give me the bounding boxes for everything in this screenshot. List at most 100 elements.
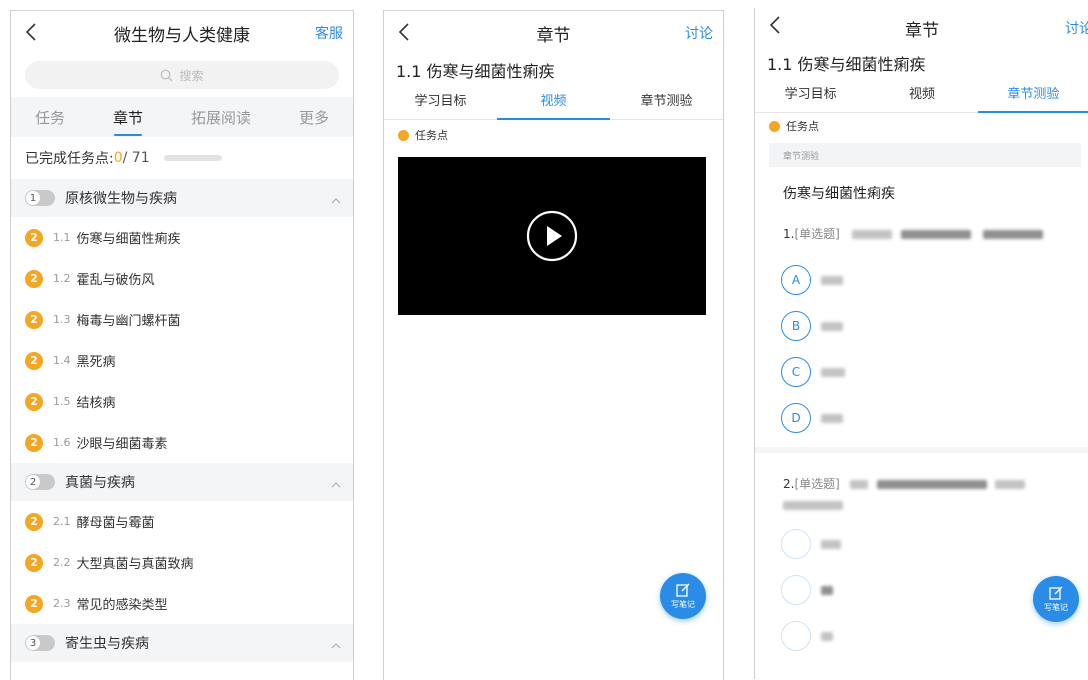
chapter-number-pill: 2 — [25, 474, 55, 490]
redacted-text — [821, 539, 841, 549]
section-item[interactable]: 2 1.6 沙眼与细菌毒素 — [11, 422, 353, 463]
tab-learning-goals[interactable]: 学习目标 — [384, 85, 497, 119]
course-tabs: 任务 章节 拓展阅读 更多 — [11, 97, 353, 137]
section-title: 黑死病 — [76, 355, 116, 370]
section-number: 2.2 — [53, 556, 71, 569]
search-input[interactable]: 搜索 — [25, 61, 339, 89]
chapter-list: 1 原核微生物与疾病 2 1.1 伤寒与细菌性痢疾 2 1.2 霍乱与破伤风 2 1.3 梅毒与幽门… — [11, 179, 353, 662]
option-c[interactable]: C — [755, 349, 1088, 395]
tab-more[interactable]: 更多 — [295, 99, 333, 136]
option-c-circle[interactable] — [781, 621, 811, 651]
video-panel: 章节 讨论 1.1 伤寒与细菌性痢疾 学习目标 视频 章节测验 任务点 写笔记 — [383, 10, 724, 680]
tab-tasks[interactable]: 任务 — [31, 99, 69, 136]
progress-bar — [163, 155, 222, 161]
search-placeholder: 搜索 — [179, 68, 204, 83]
tab-video[interactable]: 视频 — [497, 85, 610, 120]
quiz-title: 伤寒与细菌性痢疾 — [783, 186, 895, 202]
section-number: 1.2 — [53, 272, 71, 285]
back-icon[interactable] — [396, 21, 414, 43]
question-1-type: [单选题] — [794, 227, 840, 241]
section-item[interactable]: 2 1.4 黑死病 — [11, 340, 353, 381]
write-note-button[interactable]: 写笔记 — [1033, 576, 1079, 622]
tab-extended-reading[interactable]: 拓展阅读 — [187, 99, 255, 136]
header-bar: 章节 讨论 — [384, 11, 723, 55]
progress-done: 0 — [113, 150, 123, 166]
back-icon[interactable] — [767, 14, 785, 36]
chapter-title: 原核微生物与疾病 — [65, 191, 177, 207]
redacted-text — [901, 230, 972, 239]
redacted-text — [821, 367, 845, 377]
chapter-title: 1.1 伤寒与细菌性痢疾 — [396, 62, 555, 81]
chapter-header[interactable]: 1 原核微生物与疾病 — [11, 179, 353, 217]
tab-chapter-quiz[interactable]: 章节测验 — [977, 78, 1088, 113]
course-panel: 微生物与人类健康 客服 搜索 任务 章节 拓展阅读 更多 已完成任务点: 0 /… — [10, 10, 354, 680]
task-point-label: 任务点 — [415, 129, 448, 142]
task-count-badge: 2 — [25, 594, 43, 613]
task-count-badge: 2 — [25, 512, 43, 531]
option-d[interactable]: D — [755, 395, 1088, 441]
tab-video[interactable]: 视频 — [866, 78, 977, 112]
redacted-text — [983, 230, 1044, 239]
chapter-title: 真菌与疾病 — [65, 475, 135, 491]
write-note-label: 写笔记 — [1044, 603, 1068, 612]
option-b-circle[interactable] — [781, 575, 811, 605]
customer-service-link[interactable]: 客服 — [315, 23, 343, 43]
tab-chapter-quiz[interactable]: 章节测验 — [610, 85, 723, 119]
redacted-text — [821, 275, 843, 285]
chevron-up-icon[interactable] — [331, 198, 341, 204]
discussion-link[interactable]: 讨论 — [685, 23, 713, 43]
chapter-tabs: 学习目标 视频 章节测验 — [384, 85, 723, 120]
redacted-text — [821, 585, 833, 595]
option-d-circle[interactable]: D — [781, 403, 811, 433]
section-number: 1.1 — [53, 231, 71, 244]
section-title: 酵母菌与霉菌 — [76, 516, 155, 531]
task-count-badge: 2 — [25, 433, 43, 452]
section-item[interactable]: 2 2.1 酵母菌与霉菌 — [11, 501, 353, 542]
task-count-badge: 2 — [25, 351, 43, 370]
chapter-number: 1 — [26, 191, 40, 205]
task-point-marker: 任务点 — [384, 124, 723, 146]
chapter-header[interactable]: 3 寄生虫与疾病 — [11, 624, 353, 662]
section-title: 梅毒与幽门螺杆菌 — [76, 314, 181, 329]
section-title: 结核病 — [76, 396, 116, 411]
section-item[interactable]: 2 1.3 梅毒与幽门螺杆菌 — [11, 299, 353, 340]
chevron-up-icon[interactable] — [331, 643, 341, 649]
video-player[interactable] — [398, 157, 706, 315]
section-title: 常见的感染类型 — [76, 598, 168, 613]
option-b-circle[interactable]: B — [781, 311, 811, 341]
redacted-text — [821, 321, 843, 331]
section-item[interactable]: 2 1.1 伤寒与细菌性痢疾 — [11, 217, 353, 258]
redacted-text — [821, 631, 833, 641]
task-count-badge: 2 — [25, 392, 43, 411]
task-count-badge: 2 — [25, 553, 43, 572]
page-title: 章节 — [905, 20, 939, 41]
option-a-circle[interactable]: A — [781, 265, 811, 295]
redacted-text — [877, 480, 988, 489]
section-title: 霍乱与破伤风 — [76, 273, 155, 288]
redacted-text — [851, 230, 892, 239]
option-c[interactable] — [755, 613, 1088, 659]
write-note-button[interactable]: 写笔记 — [660, 573, 706, 619]
section-item[interactable]: 2 2.2 大型真菌与真菌致病 — [11, 542, 353, 583]
section-item[interactable]: 2 1.2 霍乱与破伤风 — [11, 258, 353, 299]
quiz-panel: 章节 讨论 1.1 伤寒与细菌性痢疾 学习目标 视频 章节测验 任务点 章节测验… — [754, 8, 1088, 679]
note-edit-icon — [676, 583, 690, 597]
option-b[interactable]: B — [755, 303, 1088, 349]
chevron-up-icon[interactable] — [331, 482, 341, 488]
tab-chapters[interactable]: 章节 — [109, 99, 147, 136]
discussion-link[interactable]: 讨论 — [1065, 18, 1088, 38]
option-a-circle[interactable] — [781, 529, 811, 559]
section-item[interactable]: 2 1.5 结核病 — [11, 381, 353, 422]
option-a[interactable] — [755, 521, 1088, 567]
option-c-circle[interactable]: C — [781, 357, 811, 387]
option-a[interactable]: A — [755, 257, 1088, 303]
task-point-dot — [769, 120, 780, 132]
section-item[interactable]: 2 2.3 常见的感染类型 — [11, 583, 353, 624]
tab-learning-goals[interactable]: 学习目标 — [755, 78, 866, 112]
chapter-header[interactable]: 2 真菌与疾病 — [11, 463, 353, 501]
section-number: 1.3 — [53, 313, 71, 326]
task-progress: 已完成任务点: 0 / 71 — [11, 137, 353, 179]
back-icon[interactable] — [23, 21, 41, 43]
chapter-number: 3 — [26, 636, 40, 650]
play-icon[interactable] — [526, 210, 578, 262]
